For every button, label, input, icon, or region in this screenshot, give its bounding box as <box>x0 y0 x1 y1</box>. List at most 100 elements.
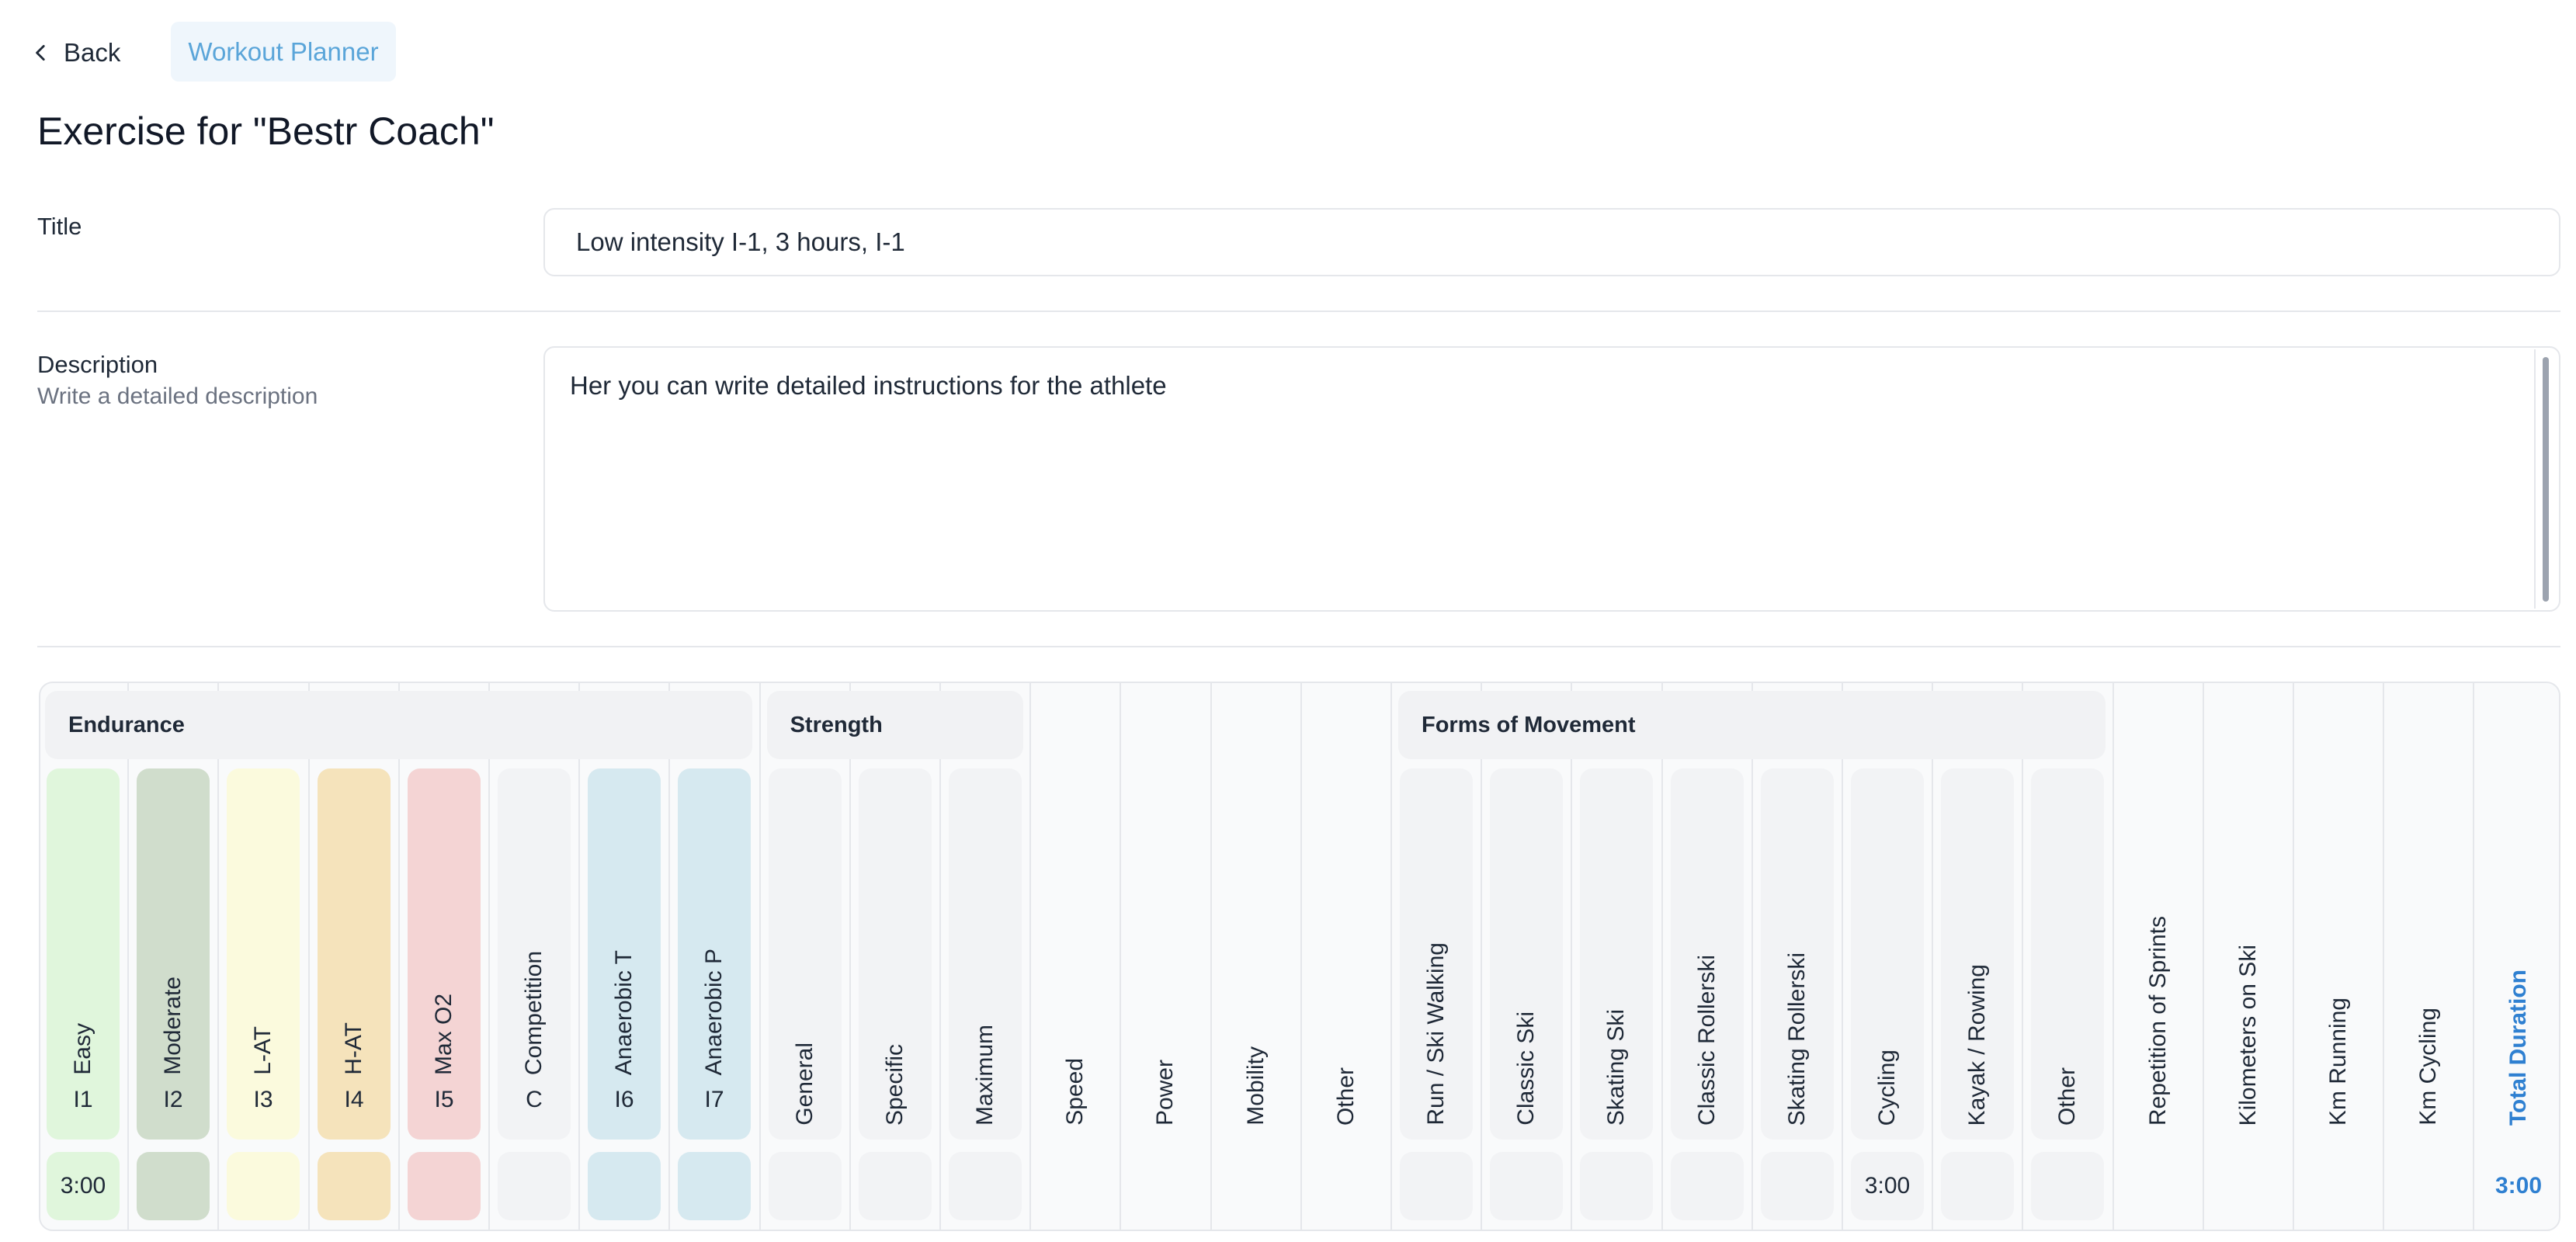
intensity-code: I3 <box>253 1087 273 1112</box>
duration-cell-km-running[interactable] <box>2302 1152 2375 1220</box>
column-label-text: Skating Rollerski <box>1784 952 1810 1126</box>
column-label-classic-ski: Classic Ski <box>1490 776 1563 1126</box>
duration-cell-specific[interactable] <box>859 1152 932 1220</box>
duration-cell-km-cycling[interactable] <box>2392 1152 2465 1220</box>
breadcrumb-workout-planner[interactable]: Workout Planner <box>171 22 396 82</box>
column-label-text: Easy <box>70 1023 95 1075</box>
column-separator <box>127 683 129 1230</box>
column-label-other: Other <box>1310 776 1383 1126</box>
description-hint: Write a detailed description <box>37 383 318 409</box>
column-label-maximum: Maximum <box>949 776 1022 1126</box>
duration-cell-easy[interactable]: 3:00 <box>47 1152 120 1220</box>
column-label-km-cycling: Km Cycling <box>2392 776 2465 1126</box>
column-label-text: Mobility <box>1243 1046 1269 1126</box>
column-label-competition: Competition <box>498 776 571 1075</box>
column-label-max-o2: Max O2 <box>408 776 481 1075</box>
group-header-strength: Strength <box>766 691 1023 759</box>
column-label-text: Anaerobic P <box>701 948 727 1075</box>
duration-cell-max-o2[interactable] <box>408 1152 481 1220</box>
column-label-easy: Easy <box>47 776 120 1075</box>
column-separator <box>1842 683 1843 1230</box>
duration-cell-repetition-of-sprints[interactable] <box>2122 1152 2195 1220</box>
column-label-run-ski-walking: Run / Ski Walking <box>1400 776 1473 1126</box>
page-title: Exercise for "Bestr Coach" <box>37 109 495 153</box>
description-scrollbar[interactable] <box>2543 357 2549 602</box>
title-input[interactable] <box>543 208 2560 276</box>
back-button[interactable]: Back <box>31 31 120 75</box>
duration-cell-maximum[interactable] <box>949 1152 1022 1220</box>
column-separator <box>398 683 400 1230</box>
duration-cell-l-at[interactable] <box>227 1152 300 1220</box>
column-label-specific: Specific <box>859 776 932 1126</box>
column-label-text: Classic Ski <box>1513 1011 1539 1126</box>
column-label-h-at: H-AT <box>318 776 391 1075</box>
column-label-other: Other <box>2031 776 2104 1126</box>
column-label-text: General <box>792 1043 818 1126</box>
column-label-classic-rollerski: Classic Rollerski <box>1671 776 1744 1126</box>
column-label-general: General <box>769 776 842 1126</box>
column-label-text: Anaerobic T <box>611 949 637 1075</box>
column-separator <box>1300 683 1302 1230</box>
total-duration-value: 3:00 <box>2494 1173 2543 1199</box>
intensity-code: I5 <box>434 1087 454 1112</box>
column-label-text: Run / Ski Walking <box>1423 942 1449 1126</box>
column-label-anaerobic-p: Anaerobic P <box>678 776 751 1075</box>
column-separator <box>1210 683 1212 1230</box>
duration-cell-classic-rollerski[interactable] <box>1671 1152 1744 1220</box>
column-separator <box>488 683 490 1230</box>
duration-cell-skating-ski[interactable] <box>1580 1152 1653 1220</box>
column-label-km-running: Km Running <box>2302 776 2375 1126</box>
description-textarea[interactable]: Her you can write detailed instructions … <box>543 346 2560 612</box>
column-label-text: Classic Rollerski <box>1694 954 1720 1126</box>
duration-cell-classic-ski[interactable] <box>1490 1152 1563 1220</box>
column-label-text: Total Duration <box>2505 969 2531 1126</box>
column-label-text: Other <box>1333 1067 1359 1126</box>
column-separator <box>308 683 310 1230</box>
column-separator <box>1481 683 1482 1230</box>
column-label-anaerobic-t: Anaerobic T <box>588 776 661 1075</box>
column-label-skating-ski: Skating Ski <box>1580 776 1653 1126</box>
title-label: Title <box>37 213 82 240</box>
column-label-text: Competition <box>521 950 547 1075</box>
column-separator <box>2203 683 2204 1230</box>
column-label-text: Kilometers on Ski <box>2235 944 2261 1126</box>
description-label: Description <box>37 351 158 378</box>
chevron-left-icon <box>36 44 45 61</box>
duration-cell-general[interactable] <box>769 1152 842 1220</box>
column-label-cycling: Cycling <box>1851 776 1924 1126</box>
divider <box>37 646 2560 647</box>
column-label-total-duration: Total Duration <box>2482 776 2555 1126</box>
duration-cell-skating-rollerski[interactable] <box>1761 1152 1834 1220</box>
duration-cell-power[interactable] <box>1129 1152 1202 1220</box>
duration-cell-h-at[interactable] <box>318 1152 391 1220</box>
column-label-text: Speed <box>1062 1058 1088 1126</box>
duration-cell-anaerobic-p[interactable] <box>678 1152 751 1220</box>
column-separator <box>668 683 670 1230</box>
intensity-code: I1 <box>73 1087 93 1112</box>
duration-cell-competition[interactable] <box>498 1152 571 1220</box>
column-separator <box>2022 683 2023 1230</box>
duration-cell-moderate[interactable] <box>137 1152 210 1220</box>
duration-cell-anaerobic-t[interactable] <box>588 1152 661 1220</box>
duration-cell-other[interactable] <box>1310 1152 1383 1220</box>
column-label-text: Km Running <box>2325 997 2351 1126</box>
duration-cell-run-ski-walking[interactable] <box>1400 1152 1473 1220</box>
duration-cell-cycling[interactable]: 3:00 <box>1851 1152 1924 1220</box>
column-separator <box>2113 683 2114 1230</box>
column-label-text: Cycling <box>1874 1049 1900 1126</box>
column-label-repetition-of-sprints: Repetition of Sprints <box>2122 776 2195 1126</box>
duration-cell-other[interactable] <box>2031 1152 2104 1220</box>
column-separator <box>849 683 851 1230</box>
column-label-kayak-rowing: Kayak / Rowing <box>1941 776 2014 1126</box>
intensity-code: C <box>526 1087 543 1112</box>
duration-cell-kilometers-on-ski[interactable] <box>2212 1152 2285 1220</box>
group-header-endurance: Endurance <box>45 691 753 759</box>
column-label-text: Power <box>1152 1059 1178 1126</box>
column-label-text: H-AT <box>341 1022 366 1075</box>
duration-cell-kayak-rowing[interactable] <box>1941 1152 2014 1220</box>
intensity-code: I4 <box>344 1087 364 1112</box>
duration-cell-speed[interactable] <box>1039 1152 1112 1220</box>
duration-cell-mobility[interactable] <box>1220 1152 1293 1220</box>
intensity-code: I7 <box>704 1087 724 1112</box>
column-separator <box>217 683 219 1230</box>
